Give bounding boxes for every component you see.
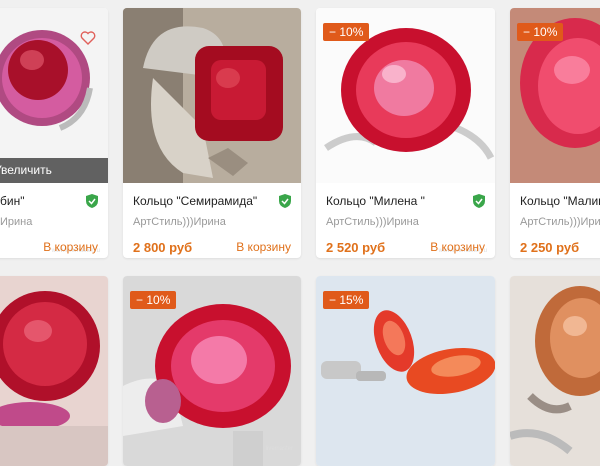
seller-name[interactable]: АртСтиль)))Ирина (520, 216, 600, 228)
product-card[interactable]: − 15% (316, 276, 495, 466)
discount-badge: − 10% (130, 291, 177, 309)
product-card[interactable]: Увеличить www.livemaster.ru бин" Ирина В… (0, 8, 108, 258)
product-price: 2 520 руб (326, 240, 386, 255)
zoom-bar[interactable]: Увеличить (0, 158, 108, 183)
watermark-text: livemaster (265, 446, 293, 452)
seller-name[interactable]: АртСтиль)))Ирина (326, 216, 419, 228)
add-to-cart-button[interactable]: В корзину (43, 240, 98, 254)
seller-name[interactable]: Ирина (0, 216, 32, 228)
product-price: 2 250 руб (520, 240, 580, 255)
discount-badge: − 10% (517, 23, 564, 41)
seller-name[interactable]: АртСтиль)))Ирина (133, 216, 226, 228)
product-card[interactable] (510, 276, 600, 466)
product-card[interactable]: − 10% livemaster (123, 276, 301, 466)
verified-shield-icon (473, 194, 485, 208)
zoom-label: Увеличить (0, 163, 52, 177)
verified-shield-icon (86, 194, 98, 208)
product-image[interactable] (510, 276, 600, 466)
add-to-cart-button[interactable]: В корзину (236, 240, 291, 254)
product-image[interactable] (0, 276, 108, 466)
product-card[interactable]: − 10% Кольцо "Малин АртСтиль)))Ирина 2 2… (510, 8, 600, 258)
discount-badge: − 10% (323, 23, 370, 41)
heart-icon[interactable] (80, 30, 96, 46)
product-title[interactable]: Кольцо "Малин (520, 194, 600, 208)
product-title[interactable]: Кольцо "Семирамида" (133, 194, 257, 208)
product-image[interactable] (123, 8, 301, 183)
verified-shield-icon (279, 194, 291, 208)
product-title[interactable]: Кольцо "Милена " (326, 194, 425, 208)
product-price: 2 800 руб (133, 240, 193, 255)
product-card[interactable]: − 10% www.livemaster.ru Кольцо "Милена "… (316, 8, 495, 258)
discount-badge: − 15% (323, 291, 370, 309)
product-title[interactable]: бин" (0, 194, 24, 208)
add-to-cart-button[interactable]: В корзину (430, 240, 485, 254)
product-card[interactable]: Кольцо "Семирамида" АртСтиль)))Ирина 2 8… (123, 8, 301, 258)
product-card[interactable] (0, 276, 108, 466)
